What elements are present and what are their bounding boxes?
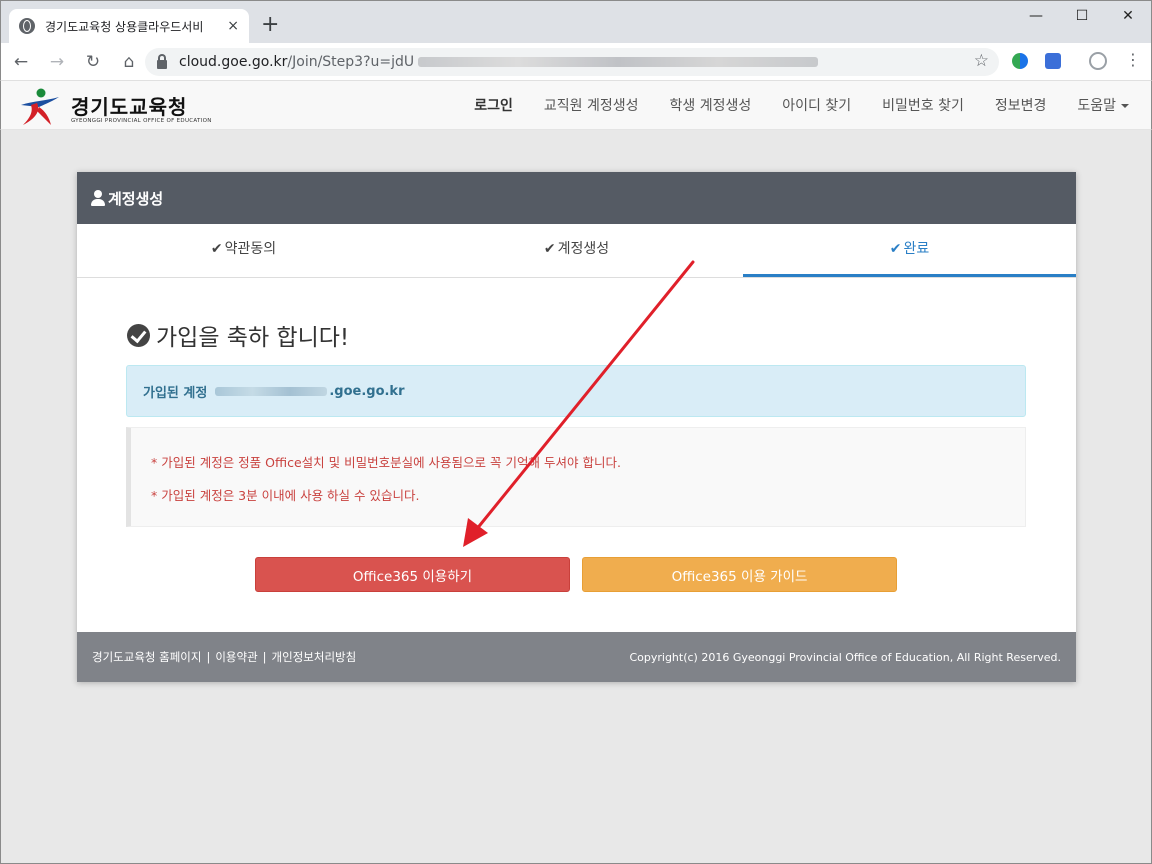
step-create: ✔ 계정생성 — [543, 241, 610, 257]
menu-find-password[interactable]: 비밀번호 찾기 — [882, 95, 964, 115]
footer-link-terms[interactable]: 이용약관 — [215, 650, 257, 664]
tab-title: 경기도교육청 상용클라우드서비 — [45, 19, 204, 34]
panel-title: 계정생성 — [108, 189, 164, 208]
panel-header: 계정생성 — [77, 172, 1076, 224]
step-tabs: ✔ 약관동의 ✔ 계정생성 ✔ 완료 — [77, 224, 1076, 278]
tab-strip: 경기도교육청 상용클라우드서비 × + — ☐ ✕ — [1, 1, 1151, 43]
site-navbar: 경기도교육청 GYEONGGI PROVINCIAL OFFICE OF EDU… — [0, 80, 1152, 130]
menu-edit-info[interactable]: 정보변경 — [995, 95, 1047, 115]
notice-line: * 가입된 계정은 3분 이내에 사용 하실 수 있습니다. — [151, 488, 420, 503]
logo-subtitle: GYEONGGI PROVINCIAL OFFICE OF EDUCATION — [71, 118, 212, 124]
reload-icon[interactable]: ↻ — [77, 52, 109, 72]
bookmark-star-icon[interactable]: ☆ — [974, 51, 989, 71]
main-menu: 로그인 교직원 계정생성 학생 계정생성 아이디 찾기 비밀번호 찾기 정보변경… — [443, 81, 1129, 129]
menu-staff-account[interactable]: 교직원 계정생성 — [544, 95, 639, 115]
site-logo[interactable]: 경기도교육청 GYEONGGI PROVINCIAL OFFICE OF EDU… — [19, 87, 219, 127]
use-office365-button[interactable]: Office365 이용하기 — [255, 557, 570, 592]
extension-icon[interactable] — [1012, 53, 1028, 69]
browser-chrome: 경기도교육청 상용클라우드서비 × + — ☐ ✕ ← → ↻ ⌂ cloud.… — [0, 0, 1152, 81]
new-tab-button[interactable]: + — [261, 13, 279, 37]
profile-avatar-icon[interactable] — [1089, 52, 1107, 70]
blurred-account-id — [215, 386, 328, 396]
account-label: 가입된 계정 — [143, 385, 208, 401]
copyright-text: Copyright(c) 2016 Gyeonggi Provincial Of… — [629, 650, 1061, 664]
browser-tab[interactable]: 경기도교육청 상용클라우드서비 × — [9, 9, 249, 43]
congrats-heading: 가입을 축하 합니다! — [127, 318, 349, 352]
footer-link-privacy[interactable]: 개인정보처리방침 — [272, 650, 357, 664]
logo-text: 경기도교육청 — [71, 95, 188, 119]
menu-help-dropdown[interactable]: 도움말 — [1077, 95, 1129, 115]
account-domain: .goe.go.kr — [329, 383, 405, 399]
globe-icon — [19, 18, 35, 34]
footer-links: 경기도교육청 홈페이지 | 이용약관 | 개인정보처리방침 — [92, 650, 357, 664]
extension-icon[interactable] — [1045, 53, 1061, 69]
check-icon: ✔ — [543, 241, 556, 257]
account-info-box: 가입된 계정 .goe.go.kr — [126, 365, 1026, 417]
step-complete: ✔ 완료 — [743, 224, 1076, 277]
url-text: cloud.goe.go.kr/Join/Step3?u=jdU — [179, 54, 415, 70]
check-icon: ✔ — [210, 241, 223, 257]
check-circle-icon — [127, 323, 150, 347]
lock-icon — [157, 53, 167, 69]
step-terms: ✔ 약관동의 — [210, 241, 277, 257]
address-bar[interactable]: cloud.goe.go.kr/Join/Step3?u=jdU ☆ — [145, 48, 999, 76]
check-icon: ✔ — [889, 241, 902, 257]
home-icon[interactable]: ⌂ — [113, 52, 145, 72]
blurred-url-part — [418, 57, 819, 67]
footer-link-homepage[interactable]: 경기도교육청 홈페이지 — [92, 650, 201, 664]
menu-login[interactable]: 로그인 — [474, 95, 513, 115]
office365-guide-button[interactable]: Office365 이용 가이드 — [582, 557, 897, 592]
user-icon — [91, 190, 105, 206]
browser-menu-icon[interactable]: ⋮ — [1125, 51, 1141, 69]
menu-student-account[interactable]: 학생 계정생성 — [670, 95, 752, 115]
back-icon[interactable]: ← — [5, 52, 37, 72]
notice-line: * 가입된 계정은 정품 Office설치 및 비밀번호분실에 사용됨으로 꼭 … — [151, 455, 621, 470]
minimize-button[interactable]: — — [1013, 1, 1059, 31]
panel-footer: 경기도교육청 홈페이지 | 이용약관 | 개인정보처리방침 Copyright(c) 2… — [77, 632, 1076, 682]
menu-find-id[interactable]: 아이디 찾기 — [782, 95, 851, 115]
close-window-button[interactable]: ✕ — [1105, 1, 1151, 31]
browser-toolbar: ← → ↻ ⌂ cloud.goe.go.kr/Join/Step3?u=jdU… — [1, 43, 1151, 81]
logo-mark-icon — [21, 88, 59, 125]
forward-icon[interactable]: → — [41, 52, 73, 72]
maximize-button[interactable]: ☐ — [1059, 1, 1105, 31]
account-panel: 계정생성 ✔ 약관동의 ✔ 계정생성 ✔ 완료 가입을 축하 합니다! 가입된 계정 … — [77, 172, 1076, 682]
tab-close-icon[interactable]: × — [227, 18, 239, 34]
window-controls: — ☐ ✕ — [1013, 1, 1151, 31]
notice-box: * 가입된 계정은 정품 Office설치 및 비밀번호분실에 사용됨으로 꼭 … — [126, 427, 1026, 527]
